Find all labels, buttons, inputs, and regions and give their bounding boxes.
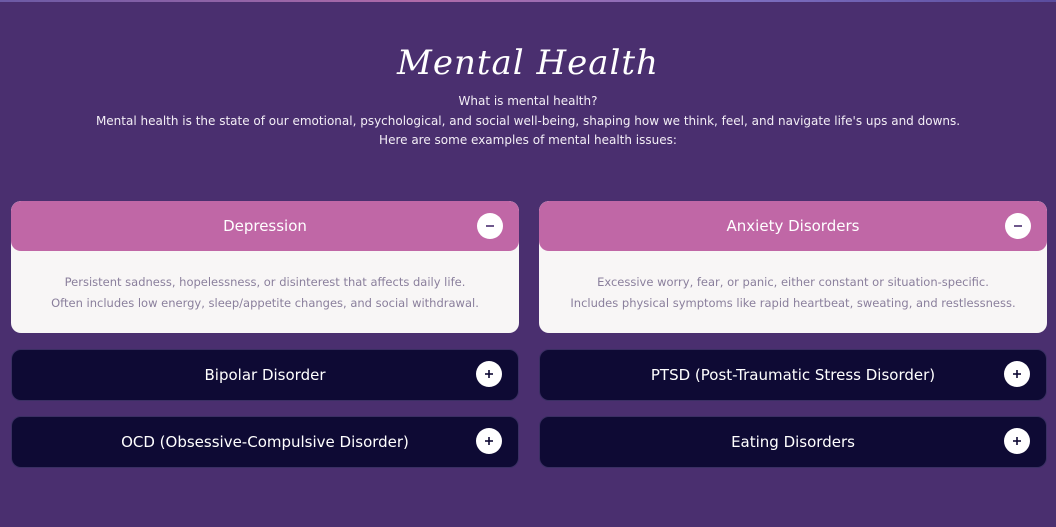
accordion-header-depression[interactable]: Depression (11, 201, 519, 251)
accordion-header-ptsd[interactable]: PTSD (Post-Traumatic Stress Disorder) (540, 350, 1046, 400)
card-title: OCD (Obsessive-Compulsive Disorder) (121, 433, 409, 451)
page-title: Mental Health (397, 43, 659, 83)
plus-icon[interactable] (1004, 361, 1030, 387)
plus-icon[interactable] (476, 361, 502, 387)
intro-definition: Mental health is the state of our emotio… (95, 113, 961, 128)
plus-icon[interactable] (476, 428, 502, 454)
plus-icon[interactable] (1004, 428, 1030, 454)
accordion-card-bipolar: Bipolar Disorder (11, 349, 519, 401)
accordion-body-depression: Persistent sadness, hopelessness, or dis… (11, 251, 519, 314)
accordion-body-anxiety: Excessive worry, fear, or panic, either … (539, 251, 1047, 314)
accordion-card-depression: Depression Persistent sadness, hopelessn… (11, 201, 519, 333)
card-description-line: Often includes low energy, sleep/appetit… (51, 296, 479, 310)
accordion-card-eating: Eating Disorders (539, 416, 1047, 468)
card-description-line: Excessive worry, fear, or panic, either … (597, 275, 989, 289)
top-accent-line (0, 0, 1056, 2)
accordion-card-ptsd: PTSD (Post-Traumatic Stress Disorder) (539, 349, 1047, 401)
card-title: Anxiety Disorders (726, 217, 860, 235)
intro-examples: Here are some examples of mental health … (379, 133, 677, 147)
card-title: Eating Disorders (731, 433, 855, 451)
card-description-line: Persistent sadness, hopelessness, or dis… (64, 275, 466, 289)
minus-icon[interactable] (477, 213, 503, 239)
accordion-header-eating[interactable]: Eating Disorders (540, 417, 1046, 467)
accordion-card-anxiety: Anxiety Disorders Excessive worry, fear,… (539, 201, 1047, 333)
accordion-card-ocd: OCD (Obsessive-Compulsive Disorder) (11, 416, 519, 468)
accordion-header-anxiety[interactable]: Anxiety Disorders (539, 201, 1047, 251)
accordion-header-ocd[interactable]: OCD (Obsessive-Compulsive Disorder) (12, 417, 518, 467)
intro-text: What is mental health? Mental health is … (0, 92, 1056, 151)
minus-icon[interactable] (1005, 213, 1031, 239)
card-title: Depression (223, 217, 307, 235)
accordion-header-bipolar[interactable]: Bipolar Disorder (12, 350, 518, 400)
card-title: Bipolar Disorder (204, 366, 326, 384)
card-description-line: Includes physical symptoms like rapid he… (570, 296, 1016, 310)
card-title: PTSD (Post-Traumatic Stress Disorder) (650, 366, 936, 384)
intro-question: What is mental health? (458, 94, 598, 108)
page-header: Mental Health What is mental health? Men… (0, 38, 1056, 151)
